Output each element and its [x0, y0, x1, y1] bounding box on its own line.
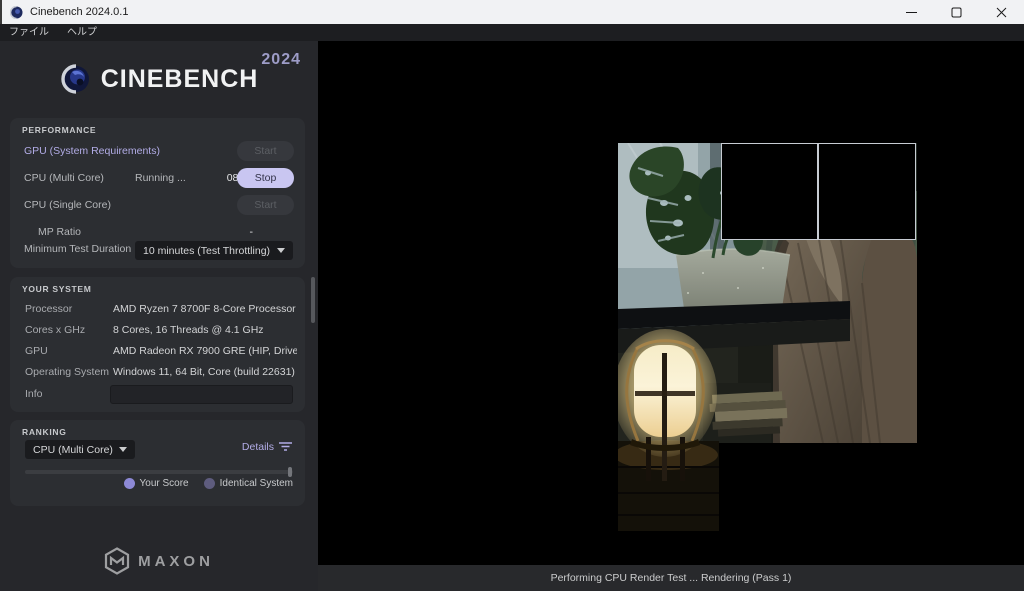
- sidebar-scrollbar[interactable]: [311, 277, 315, 323]
- processor-row: Processor AMD Ryzen 7 8700F 8-Core Proce…: [10, 299, 305, 320]
- mp-ratio-value: -: [183, 226, 253, 238]
- ranking-category-dropdown[interactable]: CPU (Multi Core): [25, 440, 135, 459]
- details-link[interactable]: Details: [242, 441, 292, 453]
- cpu-single-start-button[interactable]: Start: [237, 195, 294, 215]
- os-row: Operating System Windows 11, 64 Bit, Cor…: [10, 362, 305, 383]
- render-bucket-1: [721, 143, 818, 240]
- info-label: Info: [25, 388, 43, 400]
- ranking-category-value: CPU (Multi Core): [33, 444, 113, 456]
- processor-value: AMD Ryzen 7 8700F 8-Core Processor: [113, 303, 297, 315]
- gpu-row-label[interactable]: GPU (System Requirements): [24, 145, 160, 157]
- performance-panel: PERFORMANCE GPU (System Requirements) - …: [10, 118, 305, 268]
- minimize-button[interactable]: [889, 0, 934, 24]
- your-system-header: YOUR SYSTEM: [22, 284, 92, 294]
- your-score-label: Your Score: [140, 478, 189, 489]
- cinebench-window: Cinebench 2024.0.1 ファイル ヘルプ 2024: [0, 0, 1024, 591]
- menubar: ファイル ヘルプ: [0, 24, 1024, 41]
- render-bucket-2: [818, 143, 916, 240]
- mp-ratio-label: MP Ratio: [38, 226, 81, 238]
- window-title: Cinebench 2024.0.1: [30, 6, 128, 18]
- your-system-panel: YOUR SYSTEM Processor AMD Ryzen 7 8700F …: [10, 277, 305, 412]
- render-viewport: [318, 41, 1024, 565]
- maximize-button[interactable]: [934, 0, 979, 24]
- cpu-multi-label: CPU (Multi Core): [24, 172, 104, 184]
- cores-label: Cores x GHz: [25, 324, 85, 336]
- slider-track: [25, 470, 293, 474]
- logo-text: CINEBENCH: [101, 65, 259, 94]
- menu-file[interactable]: ファイル: [0, 24, 58, 41]
- chevron-down-icon: [119, 447, 127, 452]
- menu-help[interactable]: ヘルプ: [58, 24, 106, 41]
- maximize-icon: [951, 7, 962, 18]
- ranking-legend: Your Score Identical System: [124, 478, 293, 489]
- performance-header: PERFORMANCE: [22, 125, 96, 135]
- chevron-down-icon: [277, 248, 285, 253]
- statusbar: Performing CPU Render Test ... Rendering…: [318, 565, 1024, 591]
- gpu-info-label: GPU: [25, 345, 48, 357]
- os-label: Operating System: [25, 366, 109, 378]
- gpu-start-button[interactable]: Start: [237, 141, 294, 161]
- cpu-multi-stop-button[interactable]: Stop: [237, 168, 294, 188]
- duration-dropdown-value: 10 minutes (Test Throttling): [143, 245, 270, 257]
- cpu-single-label: CPU (Single Core): [24, 199, 111, 211]
- legend-your-score: Your Score: [124, 478, 189, 489]
- details-label: Details: [242, 441, 274, 453]
- info-input[interactable]: [110, 385, 293, 404]
- ranking-header: RANKING: [22, 427, 67, 437]
- os-value: Windows 11, 64 Bit, Core (build 22631): [113, 366, 297, 378]
- cpu-multi-status: Running ...: [135, 172, 186, 184]
- your-score-dot-icon: [124, 478, 135, 489]
- gpu-info-row: GPU AMD Radeon RX 7900 GRE (HIP, Driver …: [10, 341, 305, 362]
- maxon-logo: MAXON: [0, 547, 318, 575]
- slider-thumb[interactable]: [288, 467, 292, 477]
- cpu-multi-row: CPU (Multi Core) Running ... 08:48 Stop: [10, 165, 305, 192]
- unrendered-region: [719, 443, 917, 531]
- cpu-single-row: CPU (Single Core) - Start: [10, 192, 305, 219]
- gpu-info-value: AMD Radeon RX 7900 GRE (HIP, Driver Vers…: [113, 345, 297, 357]
- render-status-text: Performing CPU Render Test ... Rendering…: [551, 572, 792, 584]
- ranking-panel: RANKING CPU (Multi Core) Details: [10, 420, 305, 506]
- minimize-icon: [906, 7, 917, 18]
- cinebench-app-icon: [10, 6, 23, 19]
- close-icon: [996, 7, 1007, 18]
- sidebar: 2024 CINEBENCH PERFORMANCE GPU (System R…: [0, 41, 318, 591]
- maxon-hexagon-icon: [104, 547, 130, 575]
- close-button[interactable]: [979, 0, 1024, 24]
- gpu-row: GPU (System Requirements) - Start: [10, 138, 305, 165]
- duration-dropdown[interactable]: 10 minutes (Test Throttling): [135, 241, 293, 260]
- cores-row: Cores x GHz 8 Cores, 16 Threads @ 4.1 GH…: [10, 320, 305, 341]
- identical-system-dot-icon: [204, 478, 215, 489]
- duration-label: Minimum Test Duration: [24, 243, 131, 255]
- legend-identical-system: Identical System: [204, 478, 293, 489]
- cinema4d-logo-icon: [60, 63, 92, 95]
- maxon-logo-text: MAXON: [138, 553, 214, 570]
- cores-value: 8 Cores, 16 Threads @ 4.1 GHz: [113, 324, 297, 336]
- render-preview-image: [618, 143, 917, 531]
- cinebench-logo: CINEBENCH: [0, 63, 318, 95]
- identical-system-label: Identical System: [220, 478, 293, 489]
- ranking-slider[interactable]: [25, 467, 293, 477]
- titlebar: Cinebench 2024.0.1: [0, 0, 1024, 24]
- processor-label: Processor: [25, 303, 72, 315]
- filter-icon: [279, 442, 292, 452]
